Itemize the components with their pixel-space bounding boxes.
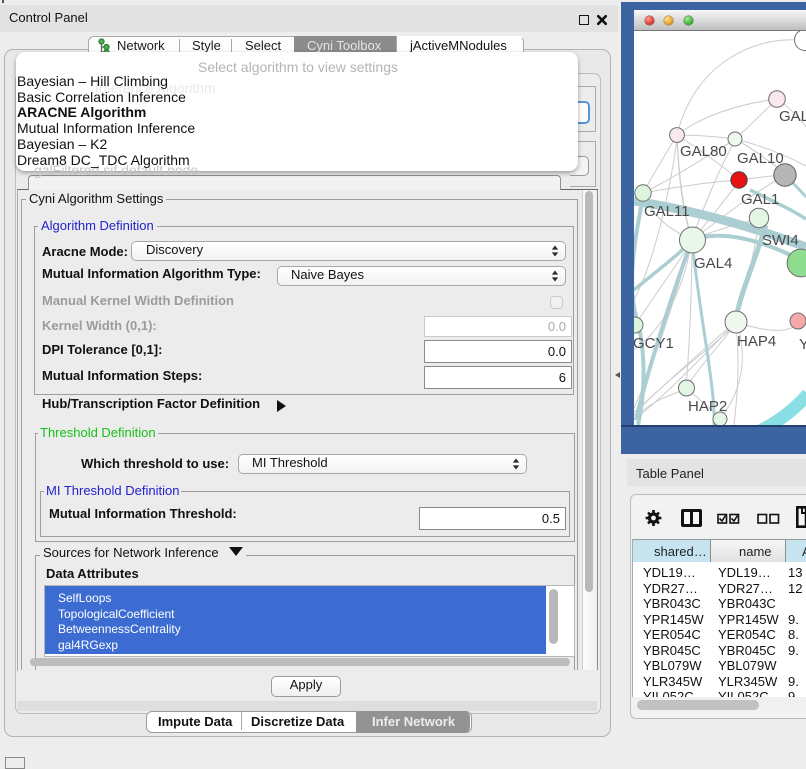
svg-text:HAP4: HAP4 — [737, 333, 776, 350]
svg-text:GAL80: GAL80 — [680, 143, 727, 160]
svg-text:GCY1: GCY1 — [634, 335, 674, 352]
svg-text:HAP2: HAP2 — [688, 398, 727, 415]
svg-text:GAL11: GAL11 — [644, 203, 690, 220]
svg-text:Y: Y — [799, 336, 806, 353]
svg-text:GAL7: GAL7 — [779, 108, 806, 125]
svg-text:GAL4: GAL4 — [694, 255, 732, 272]
svg-text:SWI4: SWI4 — [762, 232, 799, 249]
svg-text:GAL1: GAL1 — [741, 191, 779, 208]
svg-text:GAL10: GAL10 — [737, 150, 784, 167]
